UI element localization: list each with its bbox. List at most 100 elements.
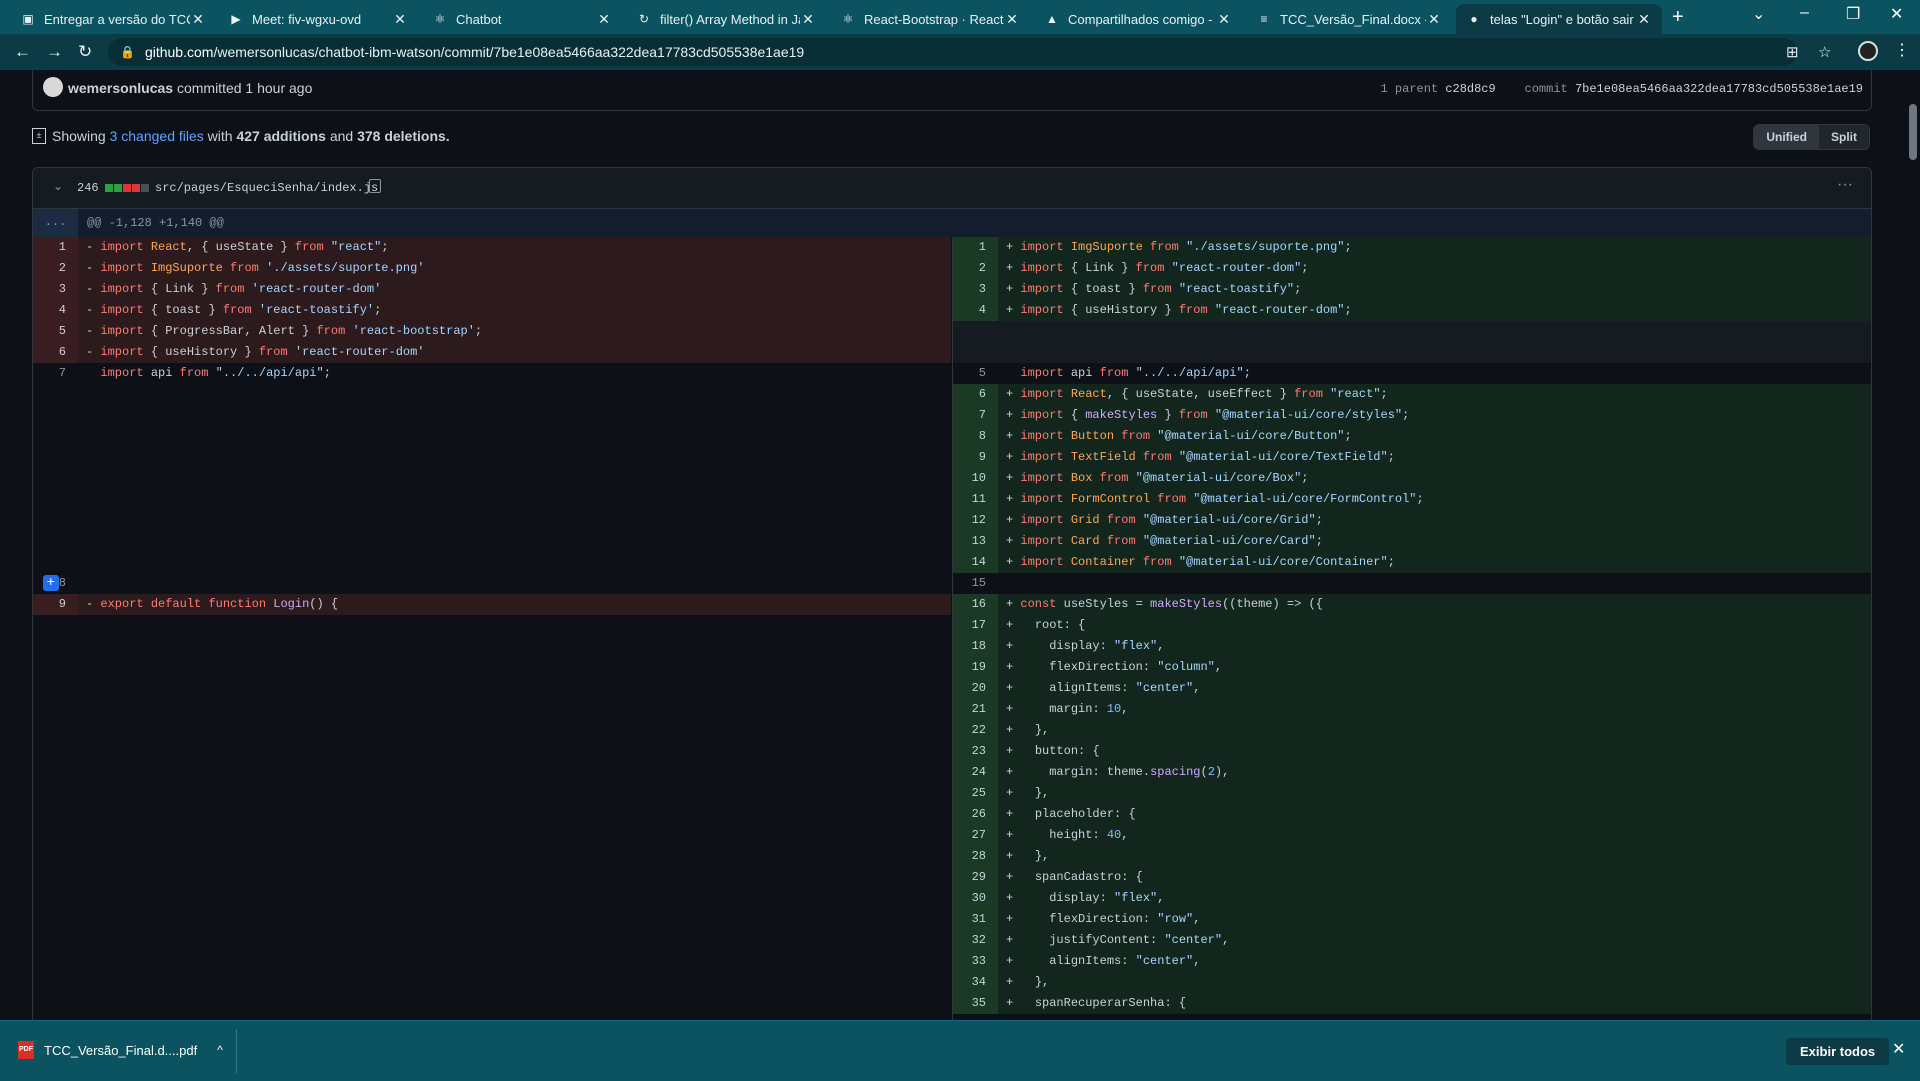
line-number[interactable] [33,426,78,447]
line-number[interactable] [33,405,78,426]
show-all-button[interactable]: Exibir todos [1786,1038,1890,1065]
line-number[interactable]: 12 [953,510,998,531]
line-number[interactable]: 14 [953,552,998,573]
line-number[interactable] [953,342,998,363]
line-number[interactable]: 1 [953,237,998,258]
browser-tab[interactable]: ● telas "Login" e botão sair c ✕ [1456,4,1662,34]
page-scrollbar[interactable] [1906,70,1920,1020]
line-number[interactable]: 27 [953,825,998,846]
close-tab-icon[interactable]: ✕ [392,11,408,28]
copy-path-icon[interactable] [369,179,381,193]
line-number[interactable] [33,552,78,573]
line-number[interactable]: 17 [953,615,998,636]
line-number[interactable]: 35 [953,993,998,1014]
close-window-button[interactable]: ✕ [1890,4,1903,24]
restore-button[interactable]: ❐ [1846,4,1860,24]
close-tab-icon[interactable]: ✕ [1216,11,1232,28]
line-number[interactable]: +8 [33,573,78,594]
line-number[interactable]: 9 [33,594,78,615]
line-number[interactable]: 2 [33,258,78,279]
changed-files-link[interactable]: 3 changed files [110,128,204,144]
line-number[interactable]: 19 [953,657,998,678]
download-item[interactable]: PDF TCC_Versão_Final.d....pdf ^ [18,1041,223,1059]
chevron-up-icon[interactable]: ^ [217,1043,223,1057]
close-tab-icon[interactable]: ✕ [1426,11,1442,28]
line-number[interactable]: 2 [953,258,998,279]
translate-icon[interactable]: ⊞ [1786,43,1799,61]
bookmark-star-icon[interactable]: ☆ [1818,43,1831,61]
unified-button[interactable]: Unified [1754,125,1819,149]
minimize-button[interactable]: – [1800,4,1809,22]
line-number[interactable]: 11 [953,489,998,510]
line-number[interactable] [33,489,78,510]
line-number[interactable]: 32 [953,930,998,951]
line-number[interactable]: 20 [953,678,998,699]
line-number[interactable]: 24 [953,762,998,783]
browser-tab[interactable]: ▣ Entregar a versão do TCC c ✕ [10,4,216,34]
line-number[interactable]: 25 [953,783,998,804]
file-options-icon[interactable]: ··· [1837,176,1853,194]
line-number[interactable] [33,468,78,489]
file-path[interactable]: src/pages/EsqueciSenha/index.js [155,181,378,195]
line-number[interactable]: 6 [33,342,78,363]
line-number[interactable]: 8 [953,426,998,447]
line-number[interactable] [953,321,998,342]
line-number[interactable]: 22 [953,720,998,741]
expand-hunk-button[interactable]: ... [33,209,78,237]
browser-tab[interactable]: ⚛ Chatbot ✕ [422,4,622,34]
line-number[interactable]: 28 [953,846,998,867]
line-number[interactable]: 4 [33,300,78,321]
line-number[interactable]: 15 [953,573,998,594]
browser-tab[interactable]: ⚛ React-Bootstrap · React-Bo✕ [830,4,1030,34]
line-number[interactable]: 13 [953,531,998,552]
line-number[interactable]: 5 [953,363,998,384]
close-tab-icon[interactable]: ✕ [596,11,612,28]
line-number[interactable]: 23 [953,741,998,762]
line-number[interactable]: 4 [953,300,998,321]
parent-sha-link[interactable]: c28d8c9 [1445,82,1495,96]
line-number[interactable] [33,447,78,468]
close-tab-icon[interactable]: ✕ [800,11,816,28]
line-number[interactable]: 9 [953,447,998,468]
profile-avatar[interactable] [1858,41,1878,61]
line-number[interactable]: 1 [33,237,78,258]
line-number[interactable]: 7 [953,405,998,426]
author-link[interactable]: wemersonlucas [68,80,173,96]
close-shelf-icon[interactable]: ✕ [1892,1039,1905,1059]
browser-tab[interactable]: ▶ Meet: fiv-wgxu-ovd ✕ [218,4,418,34]
line-number[interactable]: 21 [953,699,998,720]
add-comment-button[interactable]: + [42,574,59,591]
line-number[interactable]: 3 [33,279,78,300]
tab-search-icon[interactable]: ⌄ [1752,4,1765,24]
line-number[interactable]: 31 [953,909,998,930]
close-tab-icon[interactable]: ✕ [190,11,206,28]
browser-tab[interactable]: ↻ filter() Array Method in Jav ✕ [626,4,826,34]
line-number[interactable]: 7 [33,363,78,384]
line-number[interactable]: 29 [953,867,998,888]
forward-icon[interactable]: → [46,42,63,62]
line-number[interactable]: 10 [953,468,998,489]
line-number[interactable] [33,384,78,405]
browser-menu-icon[interactable]: ⋮ [1894,40,1910,60]
browser-tab[interactable]: ≡ TCC_Versão_Final.docx - D ✕ [1246,4,1452,34]
browser-tab[interactable]: ▲ Compartilhados comigo - ✕ [1034,4,1242,34]
new-tab-button[interactable]: + [1672,6,1684,29]
line-number[interactable]: 18 [953,636,998,657]
scrollbar-thumb[interactable] [1909,104,1917,160]
line-number[interactable]: 3 [953,279,998,300]
split-button[interactable]: Split [1819,125,1869,149]
address-bar[interactable]: 🔒 github.com/wemersonlucas/chatbot-ibm-w… [108,38,1831,66]
line-number[interactable]: 30 [953,888,998,909]
line-number[interactable] [33,510,78,531]
reload-icon[interactable]: ↻ [78,42,92,62]
line-number[interactable]: 6 [953,384,998,405]
line-number[interactable]: 26 [953,804,998,825]
back-icon[interactable]: ← [14,42,31,62]
line-number[interactable]: 5 [33,321,78,342]
line-number[interactable]: 34 [953,972,998,993]
line-number[interactable]: 16 [953,594,998,615]
close-tab-icon[interactable]: ✕ [1004,11,1020,28]
line-number[interactable]: 33 [953,951,998,972]
line-number[interactable] [33,531,78,552]
author-avatar[interactable] [43,77,63,97]
